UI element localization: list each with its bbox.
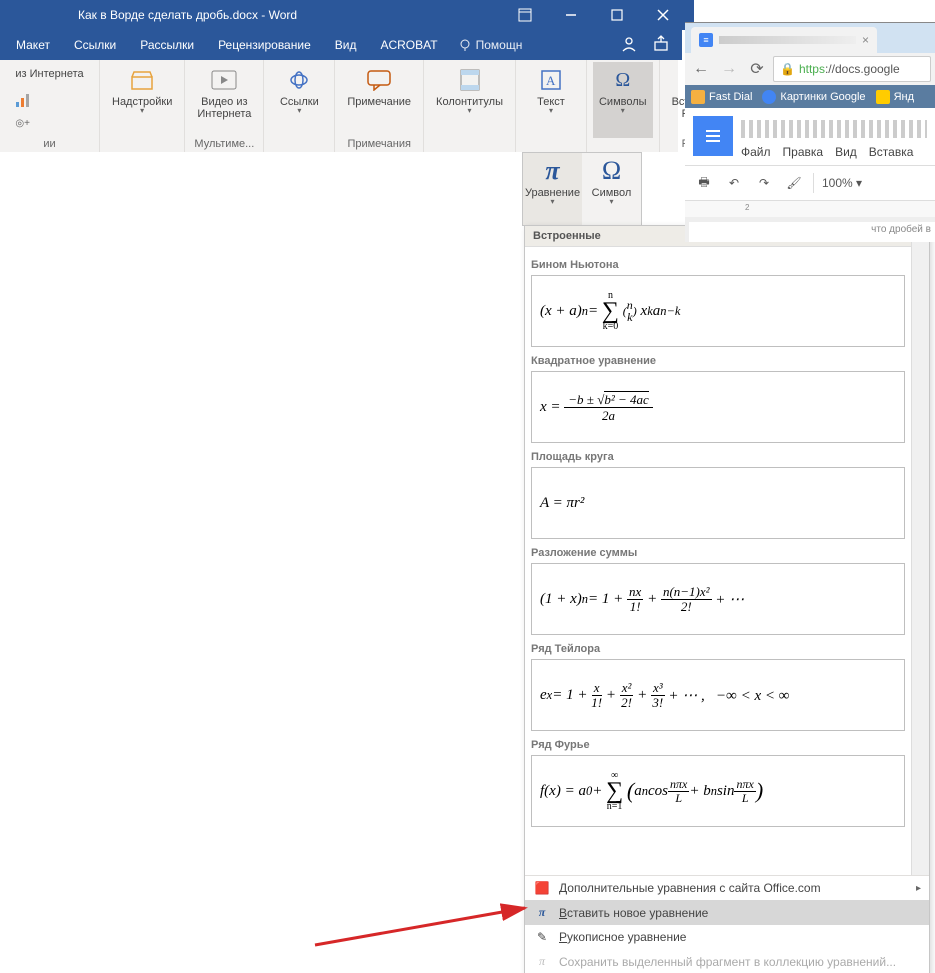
hamburger-icon: [703, 126, 723, 146]
equation-gallery: Встроенные Бином Ньютона (x + a)n = n∑k=…: [524, 225, 930, 973]
comment-button[interactable]: Примечание: [341, 62, 417, 138]
word-ribbon: из Интернета ◎+ ии Надстройки ▾ Видео из…: [0, 60, 678, 153]
svg-text:A: A: [546, 73, 556, 88]
menu-insert[interactable]: Вставка: [869, 145, 914, 159]
equation-name: Бином Ньютона: [531, 259, 905, 271]
symbols-button[interactable]: Ω Символы ▾: [593, 62, 653, 138]
bookmark-google-images[interactable]: Картинки Google: [762, 90, 865, 104]
tell-me[interactable]: Помощн: [458, 38, 523, 52]
close-tab-icon[interactable]: ×: [862, 33, 869, 47]
save-selection-menuitem: π Сохранить выделенный фрагмент в коллек…: [525, 949, 929, 973]
symbols-dropdown-ribbon: π Уравнение ▾ Ω Символ ▾: [522, 152, 642, 226]
header-footer-button[interactable]: Колонтитулы ▾: [430, 62, 509, 138]
chrome-toolbar: ← → ⟳ 🔒 https://docs.google: [685, 53, 935, 85]
online-pictures-button[interactable]: из Интернета ◎+: [9, 62, 89, 138]
omega-icon: Ω: [602, 156, 621, 186]
office-icon: 🟥: [533, 881, 551, 895]
lock-icon: 🔒: [780, 62, 795, 76]
share-icon[interactable]: [652, 35, 670, 56]
chart-icon: [15, 86, 33, 114]
chevron-right-icon: ▸: [916, 883, 921, 894]
tab-references[interactable]: Ссылки: [62, 30, 128, 60]
reload-button[interactable]: ⟳: [745, 57, 769, 81]
maximize-button[interactable]: [594, 0, 640, 30]
store-icon: [130, 66, 154, 94]
word-ribbon-tabs: Макет Ссылки Рассылки Рецензирование Вид…: [0, 30, 682, 60]
zoom-dropdown[interactable]: 100% ▾: [822, 176, 862, 190]
pi-icon: π: [533, 905, 551, 920]
equation-name: Площадь круга: [531, 451, 905, 463]
equation-fourier[interactable]: f(x) = a0 + ∞∑n=1 (an cos nπxL + bn sin …: [531, 755, 905, 827]
bookmark-fastdial[interactable]: Fast Dial: [691, 90, 752, 104]
minimize-button[interactable]: [548, 0, 594, 30]
undo-button[interactable]: ↶: [723, 172, 745, 194]
tab-view[interactable]: Вид: [323, 30, 369, 60]
docs-ruler[interactable]: 2: [685, 201, 935, 218]
equation-taylor[interactable]: ex = 1 + x1! + x²2! + x³3! + ⋯ , −∞ < x …: [531, 659, 905, 731]
docs-menubar: Файл Правка Вид Вставка: [741, 145, 935, 165]
text-button[interactable]: A Текст ▾: [522, 62, 580, 138]
addins-button[interactable]: Надстройки ▾: [106, 62, 178, 138]
tab-mailings[interactable]: Рассылки: [128, 30, 206, 60]
lightbulb-icon: [458, 38, 472, 52]
bookmark-yandex[interactable]: Янд: [876, 90, 914, 104]
video-icon: [211, 66, 237, 94]
menu-view[interactable]: Вид: [835, 145, 857, 159]
docs-home-button[interactable]: [693, 116, 733, 156]
chrome-tab-strip: ≡ ×: [685, 23, 935, 53]
docs-page-area[interactable]: что дробей в: [685, 218, 935, 242]
tab-review[interactable]: Рецензирование: [206, 30, 323, 60]
links-button[interactable]: Ссылки ▾: [270, 62, 328, 138]
ribbon-display-options-button[interactable]: [502, 0, 548, 30]
gallery-footer: 🟥 Дополнительные уравнения с сайта Offic…: [525, 875, 929, 973]
equation-name: Квадратное уравнение: [531, 355, 905, 367]
word-titlebar: Как в Ворде сделать дробь.docx - Word: [0, 0, 694, 30]
print-button[interactable]: 🖶: [693, 172, 715, 194]
ink-icon: ✎: [533, 930, 551, 944]
paint-format-button[interactable]: 🖌: [783, 172, 805, 194]
equation-sum-expansion[interactable]: (1 + x)n = 1 + nx1! + n(n−1)x²2! + ⋯: [531, 563, 905, 635]
forward-button[interactable]: →: [717, 57, 741, 81]
pi-disabled-icon: π: [533, 954, 551, 969]
document-title: Как в Ворде сделать дробь.docx - Word: [78, 8, 502, 22]
equation-name: Разложение суммы: [531, 547, 905, 559]
header-footer-icon: [459, 66, 481, 94]
link-icon: [287, 66, 311, 94]
equation-circle-area[interactable]: A = πr²: [531, 467, 905, 539]
chrome-tab[interactable]: ≡ ×: [691, 27, 877, 53]
docs-favicon-icon: ≡: [699, 33, 713, 47]
equation-binomial[interactable]: (x + a)n = n∑k=0 (nk) xkan−k: [531, 275, 905, 347]
online-video-button[interactable]: Видео из Интернета: [191, 62, 257, 138]
menu-edit[interactable]: Правка: [783, 145, 824, 159]
gallery-scrollbar[interactable]: ▲: [911, 226, 929, 875]
comment-icon: [366, 66, 392, 94]
menu-file[interactable]: Файл: [741, 145, 771, 159]
insert-new-equation-menuitem[interactable]: π Вставить новое уравнение: [525, 900, 929, 925]
gallery-scroll-area[interactable]: Бином Ньютона (x + a)n = n∑k=0 (nk) xkan…: [525, 247, 911, 875]
bookmarks-bar: Fast Dial Картинки Google Янд: [685, 85, 935, 110]
tab-acrobat[interactable]: ACROBAT: [368, 30, 449, 60]
docs-title-placeholder[interactable]: [741, 120, 927, 138]
address-bar[interactable]: 🔒 https://docs.google: [773, 56, 931, 82]
close-button[interactable]: [640, 0, 686, 30]
ink-equation-menuitem[interactable]: ✎ Рукописное уравнение: [525, 925, 929, 949]
more-equations-menuitem[interactable]: 🟥 Дополнительные уравнения с сайта Offic…: [525, 876, 929, 900]
equation-button[interactable]: π Уравнение ▾: [523, 153, 582, 225]
omega-icon: Ω: [615, 66, 630, 94]
docs-page-text: что дробей в: [689, 222, 935, 242]
symbol-button[interactable]: Ω Символ ▾: [582, 153, 641, 225]
equation-quadratic[interactable]: x = −b ± √b² − 4ac2a: [531, 371, 905, 443]
back-button[interactable]: ←: [689, 57, 713, 81]
pi-icon: π: [545, 156, 559, 186]
tab-layout[interactable]: Макет: [4, 30, 62, 60]
account-icon[interactable]: [620, 35, 638, 56]
docs-toolbar: 🖶 ↶ ↷ 🖌 100% ▾: [685, 165, 935, 201]
equation-name: Ряд Тейлора: [531, 643, 905, 655]
redo-button[interactable]: ↷: [753, 172, 775, 194]
textbox-icon: A: [541, 66, 561, 94]
google-docs-app: Файл Правка Вид Вставка 🖶 ↶ ↷ 🖌 100% ▾ 2…: [685, 108, 935, 242]
equation-name: Ряд Фурье: [531, 739, 905, 751]
